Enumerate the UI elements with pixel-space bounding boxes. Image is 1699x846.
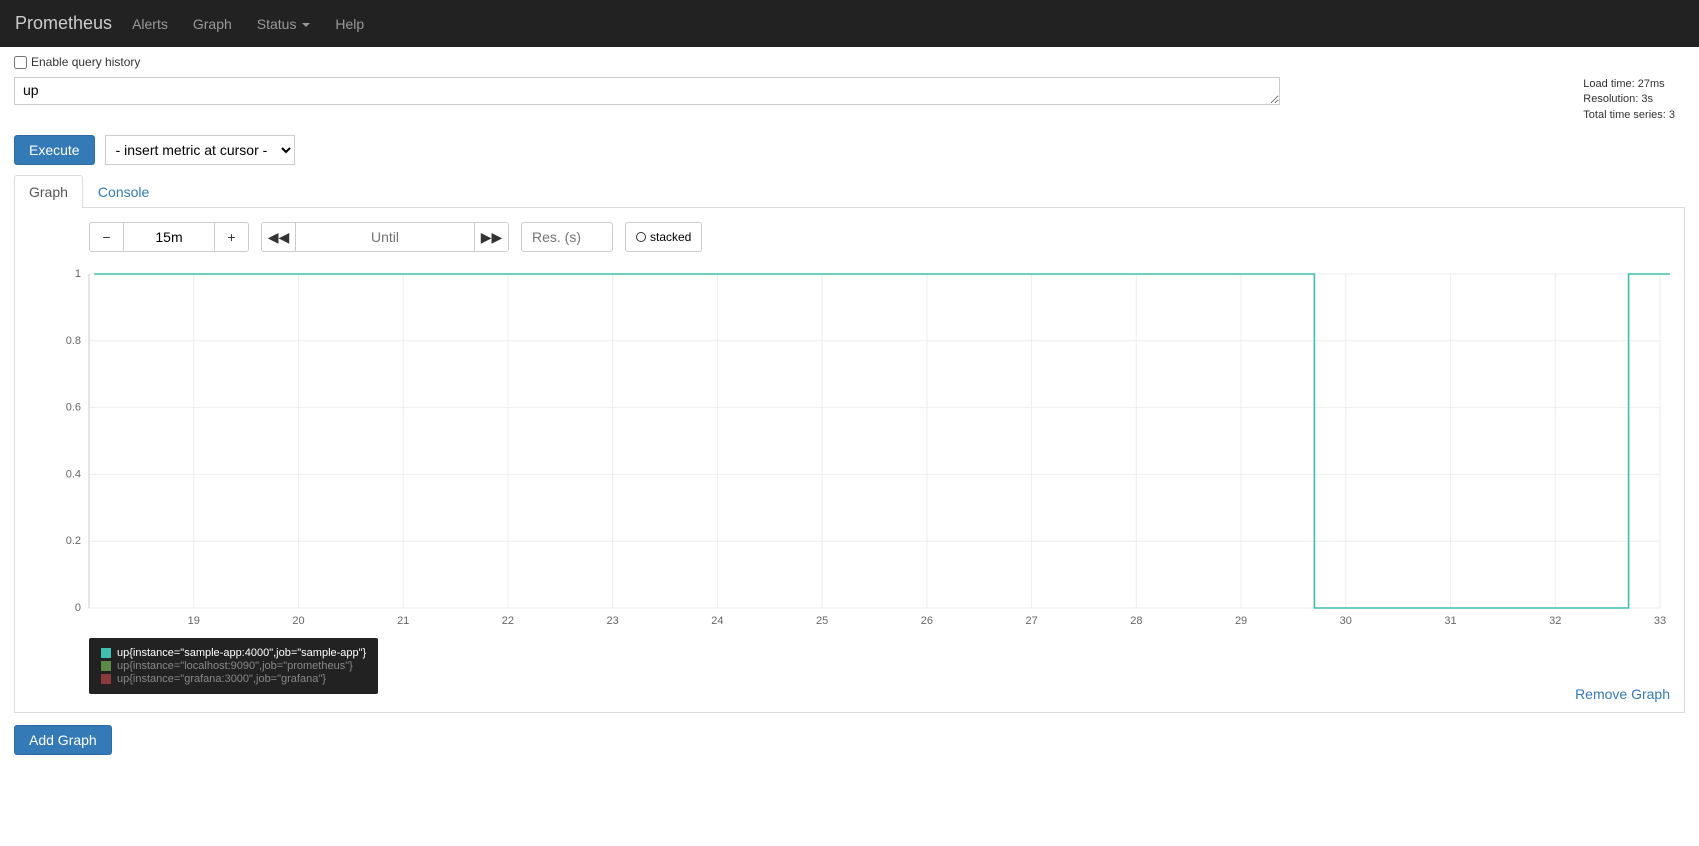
svg-text:31: 31 bbox=[1444, 615, 1456, 627]
svg-text:1: 1 bbox=[75, 268, 81, 280]
double-chevron-left-icon: ◀◀ bbox=[268, 229, 290, 246]
range-input[interactable] bbox=[124, 223, 214, 251]
until-input[interactable] bbox=[296, 223, 474, 251]
svg-text:21: 21 bbox=[397, 615, 409, 627]
remove-graph-link[interactable]: Remove Graph bbox=[1575, 686, 1670, 702]
chart-area: 19 20 21 22 23 24 25 26 27 28 29 30 31 32 33 0 0.2 0.4 0.6… bbox=[29, 268, 1670, 638]
meta-load-time: Load time: 27ms bbox=[1583, 77, 1675, 92]
svg-text:24: 24 bbox=[711, 615, 723, 627]
tab-console[interactable]: Console bbox=[83, 175, 164, 208]
enable-history-checkbox[interactable] bbox=[14, 56, 27, 69]
nav-graph[interactable]: Graph bbox=[193, 16, 232, 32]
svg-text:27: 27 bbox=[1025, 615, 1037, 627]
chevron-down-icon bbox=[302, 23, 310, 27]
range-increase-button[interactable]: + bbox=[214, 223, 248, 251]
legend-item[interactable]: up{instance="grafana:3000",job="grafana"… bbox=[101, 673, 366, 685]
until-forward-button[interactable]: ▶▶ bbox=[474, 223, 508, 251]
until-back-button[interactable]: ◀◀ bbox=[262, 223, 296, 251]
navbar-nav: Alerts Graph Status Help bbox=[132, 16, 389, 32]
query-meta: Load time: 27ms Resolution: 3s Total tim… bbox=[1583, 77, 1685, 123]
legend-item[interactable]: up{instance="sample-app:4000",job="sampl… bbox=[101, 647, 366, 659]
chart-svg[interactable]: 19 20 21 22 23 24 25 26 27 28 29 30 31 32 33 0 0.2 0.4 0.6… bbox=[29, 268, 1670, 638]
range-control: − + bbox=[89, 222, 249, 252]
legend-label: up{instance="grafana:3000",job="grafana"… bbox=[117, 673, 326, 685]
svg-text:0.4: 0.4 bbox=[66, 469, 81, 481]
metric-select[interactable]: - insert metric at cursor - bbox=[105, 135, 295, 165]
svg-text:20: 20 bbox=[292, 615, 304, 627]
plus-icon: + bbox=[227, 229, 235, 245]
svg-text:22: 22 bbox=[502, 615, 514, 627]
legend-label: up{instance="localhost:9090",job="promet… bbox=[117, 660, 353, 672]
enable-history-label: Enable query history bbox=[31, 55, 140, 69]
svg-text:29: 29 bbox=[1235, 615, 1247, 627]
legend-tooltip: up{instance="sample-app:4000",job="sampl… bbox=[89, 638, 378, 694]
range-decrease-button[interactable]: − bbox=[90, 223, 124, 251]
meta-resolution: Resolution: 3s bbox=[1583, 92, 1675, 107]
add-graph-button[interactable]: Add Graph bbox=[14, 725, 112, 755]
svg-text:28: 28 bbox=[1130, 615, 1142, 627]
query-input[interactable]: up bbox=[14, 77, 1280, 105]
nav-status[interactable]: Status bbox=[257, 16, 311, 32]
enable-history-row: Enable query history bbox=[14, 55, 1685, 69]
brand[interactable]: Prometheus bbox=[15, 13, 112, 34]
execute-button[interactable]: Execute bbox=[14, 135, 95, 165]
nav-alerts[interactable]: Alerts bbox=[132, 16, 168, 32]
legend-swatch-icon bbox=[101, 648, 111, 658]
legend-swatch-icon bbox=[101, 674, 111, 684]
minus-icon: − bbox=[102, 229, 110, 245]
legend-label: up{instance="sample-app:4000",job="sampl… bbox=[117, 647, 366, 659]
svg-text:32: 32 bbox=[1549, 615, 1561, 627]
svg-text:30: 30 bbox=[1340, 615, 1352, 627]
svg-text:23: 23 bbox=[607, 615, 619, 627]
svg-text:0: 0 bbox=[75, 602, 81, 614]
tab-graph[interactable]: Graph bbox=[14, 175, 83, 208]
svg-text:0.8: 0.8 bbox=[66, 335, 81, 347]
tab-content-graph: − + ◀◀ ▶▶ stacked 19 20 21 22 23 24 25 26 27 28 29… bbox=[14, 208, 1685, 713]
stacked-toggle[interactable]: stacked bbox=[625, 222, 702, 252]
svg-text:25: 25 bbox=[816, 615, 828, 627]
double-chevron-right-icon: ▶▶ bbox=[481, 229, 503, 246]
svg-text:0.2: 0.2 bbox=[66, 535, 81, 547]
legend-item[interactable]: up{instance="localhost:9090",job="promet… bbox=[101, 660, 366, 672]
tabs: Graph Console bbox=[14, 175, 1685, 208]
circle-icon bbox=[636, 232, 646, 242]
svg-text:26: 26 bbox=[921, 615, 933, 627]
svg-text:0.6: 0.6 bbox=[66, 402, 81, 414]
meta-total-series: Total time series: 3 bbox=[1583, 108, 1675, 123]
until-control: ◀◀ ▶▶ bbox=[261, 222, 509, 252]
navbar: Prometheus Alerts Graph Status Help bbox=[0, 0, 1699, 47]
svg-text:19: 19 bbox=[188, 615, 200, 627]
legend-swatch-icon bbox=[101, 661, 111, 671]
resolution-input[interactable] bbox=[521, 222, 613, 252]
svg-text:33: 33 bbox=[1654, 615, 1666, 627]
nav-help[interactable]: Help bbox=[335, 16, 364, 32]
